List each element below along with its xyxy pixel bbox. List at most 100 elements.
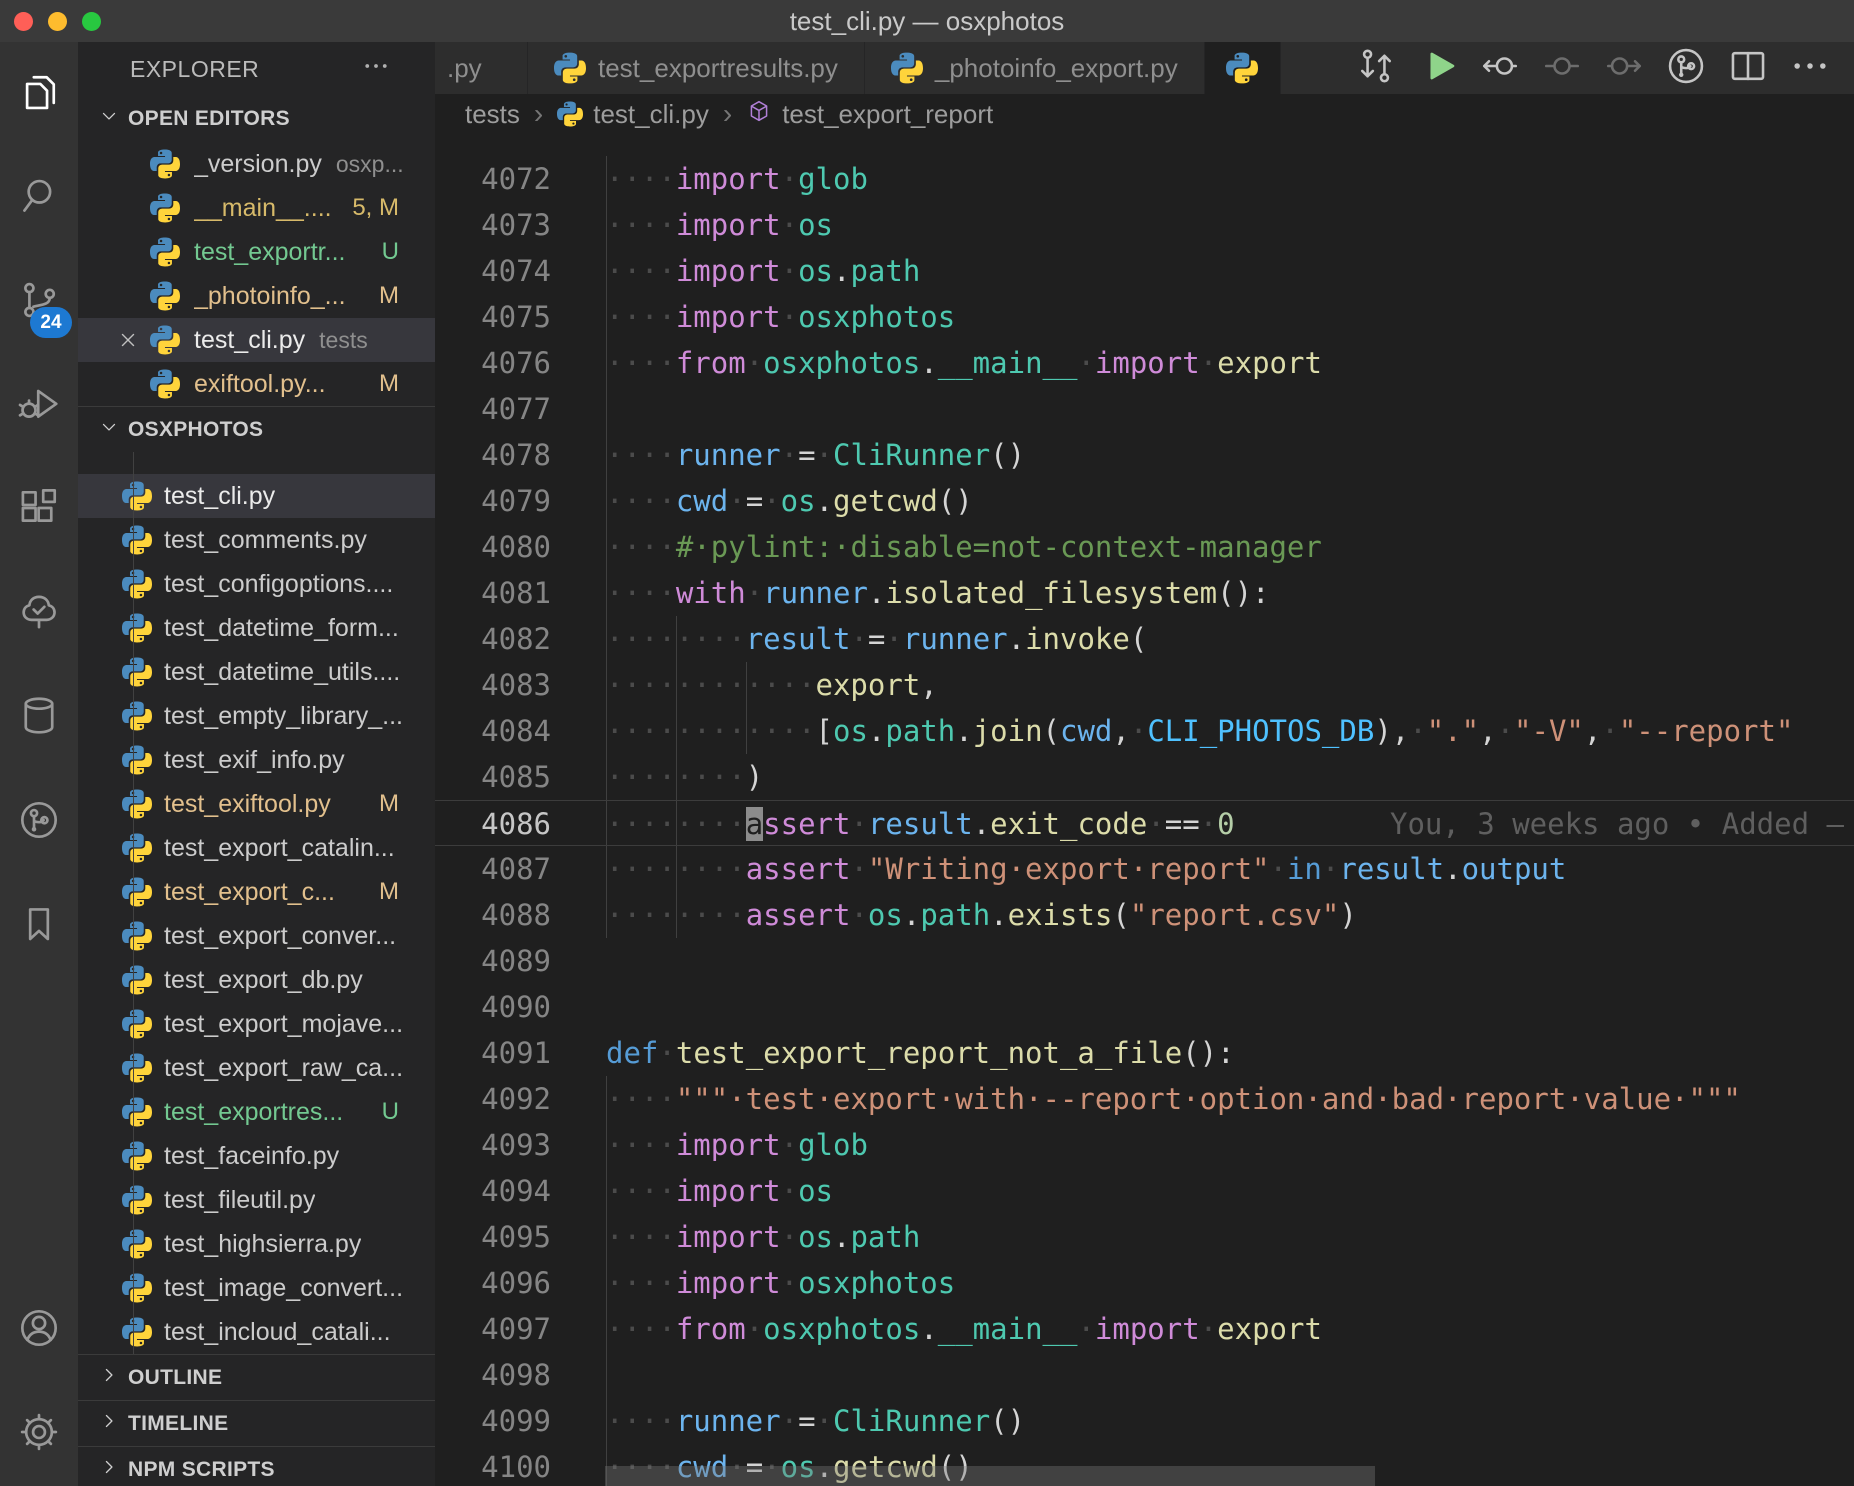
indent-guide: [606, 202, 607, 248]
more-actions-icon[interactable]: [361, 51, 391, 87]
activity-item-run-and-debug[interactable]: [0, 354, 78, 458]
tree-item[interactable]: test_exif_info.py: [78, 738, 435, 782]
activity-item-extensions[interactable]: [0, 458, 78, 562]
tree-item[interactable]: test_datetime_form...: [78, 606, 435, 650]
code-line[interactable]: 4089: [435, 938, 1854, 984]
close-window-icon[interactable]: [14, 12, 33, 31]
code-line[interactable]: 4095····import·os.path: [435, 1214, 1854, 1260]
code-line[interactable]: 4092····"""·test·export·with·--report·op…: [435, 1076, 1854, 1122]
tree-item[interactable]: test_export_conver...: [78, 914, 435, 958]
toolbar-step-back[interactable]: [1474, 42, 1526, 94]
activity-item-gitlens[interactable]: [0, 770, 78, 874]
toolbar-run-python-file[interactable]: [1412, 42, 1464, 94]
code-line[interactable]: 4075····import·osxphotos: [435, 294, 1854, 340]
code-token: ·: [850, 807, 867, 841]
code-line[interactable]: 4074····import·os.path: [435, 248, 1854, 294]
code-line[interactable]: 4079····cwd·=·os.getcwd(): [435, 478, 1854, 524]
code-editor[interactable]: 4072····import·glob4073····import·os4074…: [435, 134, 1854, 1486]
tree-item[interactable]: test_export_mojave...: [78, 1002, 435, 1046]
tree-item[interactable]: test_highsierra.py: [78, 1222, 435, 1266]
section-npm-scripts[interactable]: NPM SCRIPTS: [78, 1446, 435, 1486]
python-icon: [122, 1009, 152, 1039]
breadcrumb-item[interactable]: test_export_report: [746, 98, 993, 131]
toolbar-open-changes[interactable]: [1350, 42, 1402, 94]
activity-item-search[interactable]: [0, 146, 78, 250]
toolbar-gitlens-graph[interactable]: [1660, 42, 1712, 94]
code-line[interactable]: 4088········assert·os.path.exists("repor…: [435, 892, 1854, 938]
activity-item-testing[interactable]: [0, 562, 78, 666]
code-line[interactable]: 4080····#·pylint:·disable=not-context-ma…: [435, 524, 1854, 570]
database-icon: [16, 693, 62, 744]
tree-item[interactable]: test_export_catalin...: [78, 826, 435, 870]
open-editor-item[interactable]: __main__....5, M: [78, 186, 435, 230]
tree-item[interactable]: test_datetime_utils....: [78, 650, 435, 694]
horizontal-scrollbar[interactable]: [605, 1466, 1375, 1486]
code-line[interactable]: 4091def·test_export_report_not_a_file():: [435, 1030, 1854, 1076]
code-line[interactable]: 4085········): [435, 754, 1854, 800]
code-line[interactable]: 4082········result·=·runner.invoke(: [435, 616, 1854, 662]
code-line[interactable]: 4084············[os.path.join(cwd,·CLI_P…: [435, 708, 1854, 754]
zoom-window-icon[interactable]: [82, 12, 101, 31]
code-line[interactable]: 4077: [435, 386, 1854, 432]
open-editor-item[interactable]: _photoinfo_...M: [78, 274, 435, 318]
code-line[interactable]: 4098: [435, 1352, 1854, 1398]
tree-item[interactable]: test_image_convert...: [78, 1266, 435, 1310]
close-icon[interactable]: [116, 328, 150, 352]
open-editor-item[interactable]: _version.pyosxp...: [78, 142, 435, 186]
toolbar-step-over[interactable]: [1598, 42, 1650, 94]
code-line[interactable]: 4083············export,: [435, 662, 1854, 708]
tree-item[interactable]: test_fileutil.py: [78, 1178, 435, 1222]
tree-item[interactable]: test_exportres...U: [78, 1090, 435, 1134]
tree-item[interactable]: test_export_c...M: [78, 870, 435, 914]
tab-.py[interactable]: .py: [435, 42, 528, 94]
activity-item-account[interactable]: [0, 1278, 78, 1382]
activity-item-source-control[interactable]: 24: [0, 250, 78, 354]
code-line[interactable]: 4096····import·osxphotos: [435, 1260, 1854, 1306]
tab-python-stub[interactable]: [1205, 42, 1281, 94]
code-line[interactable]: 4097····from·osxphotos.__main__·import·e…: [435, 1306, 1854, 1352]
toolbar-more-actions[interactable]: [1784, 42, 1836, 94]
open-editor-item[interactable]: exiftool.py...M: [78, 362, 435, 406]
tree-item[interactable]: test_comments.py: [78, 518, 435, 562]
code-line[interactable]: 4086········assert·result.exit_code·==·0…: [435, 800, 1854, 846]
tab-_photoinfo_export.py[interactable]: _photoinfo_export.py: [865, 42, 1205, 94]
code-line[interactable]: 4099····runner·=·CliRunner(): [435, 1398, 1854, 1444]
code-line[interactable]: 4094····import·os: [435, 1168, 1854, 1214]
code-line[interactable]: 4073····import·os: [435, 202, 1854, 248]
tree-item[interactable]: test_empty_library_...: [78, 694, 435, 738]
activity-item-database[interactable]: [0, 666, 78, 770]
code-line[interactable]: 4078····runner·=·CliRunner(): [435, 432, 1854, 478]
section-osxphotos[interactable]: OSXPHOTOS: [78, 406, 435, 452]
tree-item[interactable]: test_faceinfo.py: [78, 1134, 435, 1178]
minimize-window-icon[interactable]: [48, 12, 67, 31]
activity-item-explorer[interactable]: [0, 42, 78, 146]
toolbar-reverse-continue[interactable]: [1536, 42, 1588, 94]
breadcrumb-item[interactable]: test_cli.py: [557, 99, 709, 130]
section-open-editors[interactable]: OPEN EDITORS: [78, 96, 435, 142]
tree-item[interactable]: test_export_db.py: [78, 958, 435, 1002]
tab-test_exportresults.py[interactable]: test_exportresults.py: [528, 42, 865, 94]
breadcrumb-item[interactable]: tests: [465, 99, 520, 130]
tree-item[interactable]: test_cli.py: [78, 474, 435, 518]
toolbar-split-editor[interactable]: [1722, 42, 1774, 94]
open-editor-item[interactable]: test_exportr...U: [78, 230, 435, 274]
activity-item-bookmarks[interactable]: [0, 874, 78, 978]
code-line[interactable]: 4072····import·glob: [435, 156, 1854, 202]
tree-item[interactable]: test_incloud_catali...: [78, 1310, 435, 1354]
code-line[interactable]: 4093····import·glob: [435, 1122, 1854, 1168]
tree-item[interactable]: test_configoptions....: [78, 562, 435, 606]
tree-item[interactable]: test_export_raw_ca...: [78, 1046, 435, 1090]
section-timeline[interactable]: TIMELINE: [78, 1400, 435, 1446]
code-line[interactable]: 4090: [435, 984, 1854, 1030]
code-line[interactable]: 4081····with·runner.isolated_filesystem(…: [435, 570, 1854, 616]
code-token: os: [833, 714, 868, 748]
title-bar: test_cli.py — osxphotos: [0, 0, 1854, 42]
section-outline[interactable]: OUTLINE: [78, 1354, 435, 1400]
open-editor-item[interactable]: test_cli.pytests: [78, 318, 435, 362]
code-line[interactable]: 4087········assert·"Writing·export·repor…: [435, 846, 1854, 892]
code-line-content: ····runner·=·CliRunner(): [600, 432, 1854, 478]
activity-item-settings[interactable]: [0, 1382, 78, 1486]
code-line[interactable]: 4076····from·osxphotos.__main__·import·e…: [435, 340, 1854, 386]
python-icon: [122, 701, 152, 731]
tree-item[interactable]: test_exiftool.pyM: [78, 782, 435, 826]
